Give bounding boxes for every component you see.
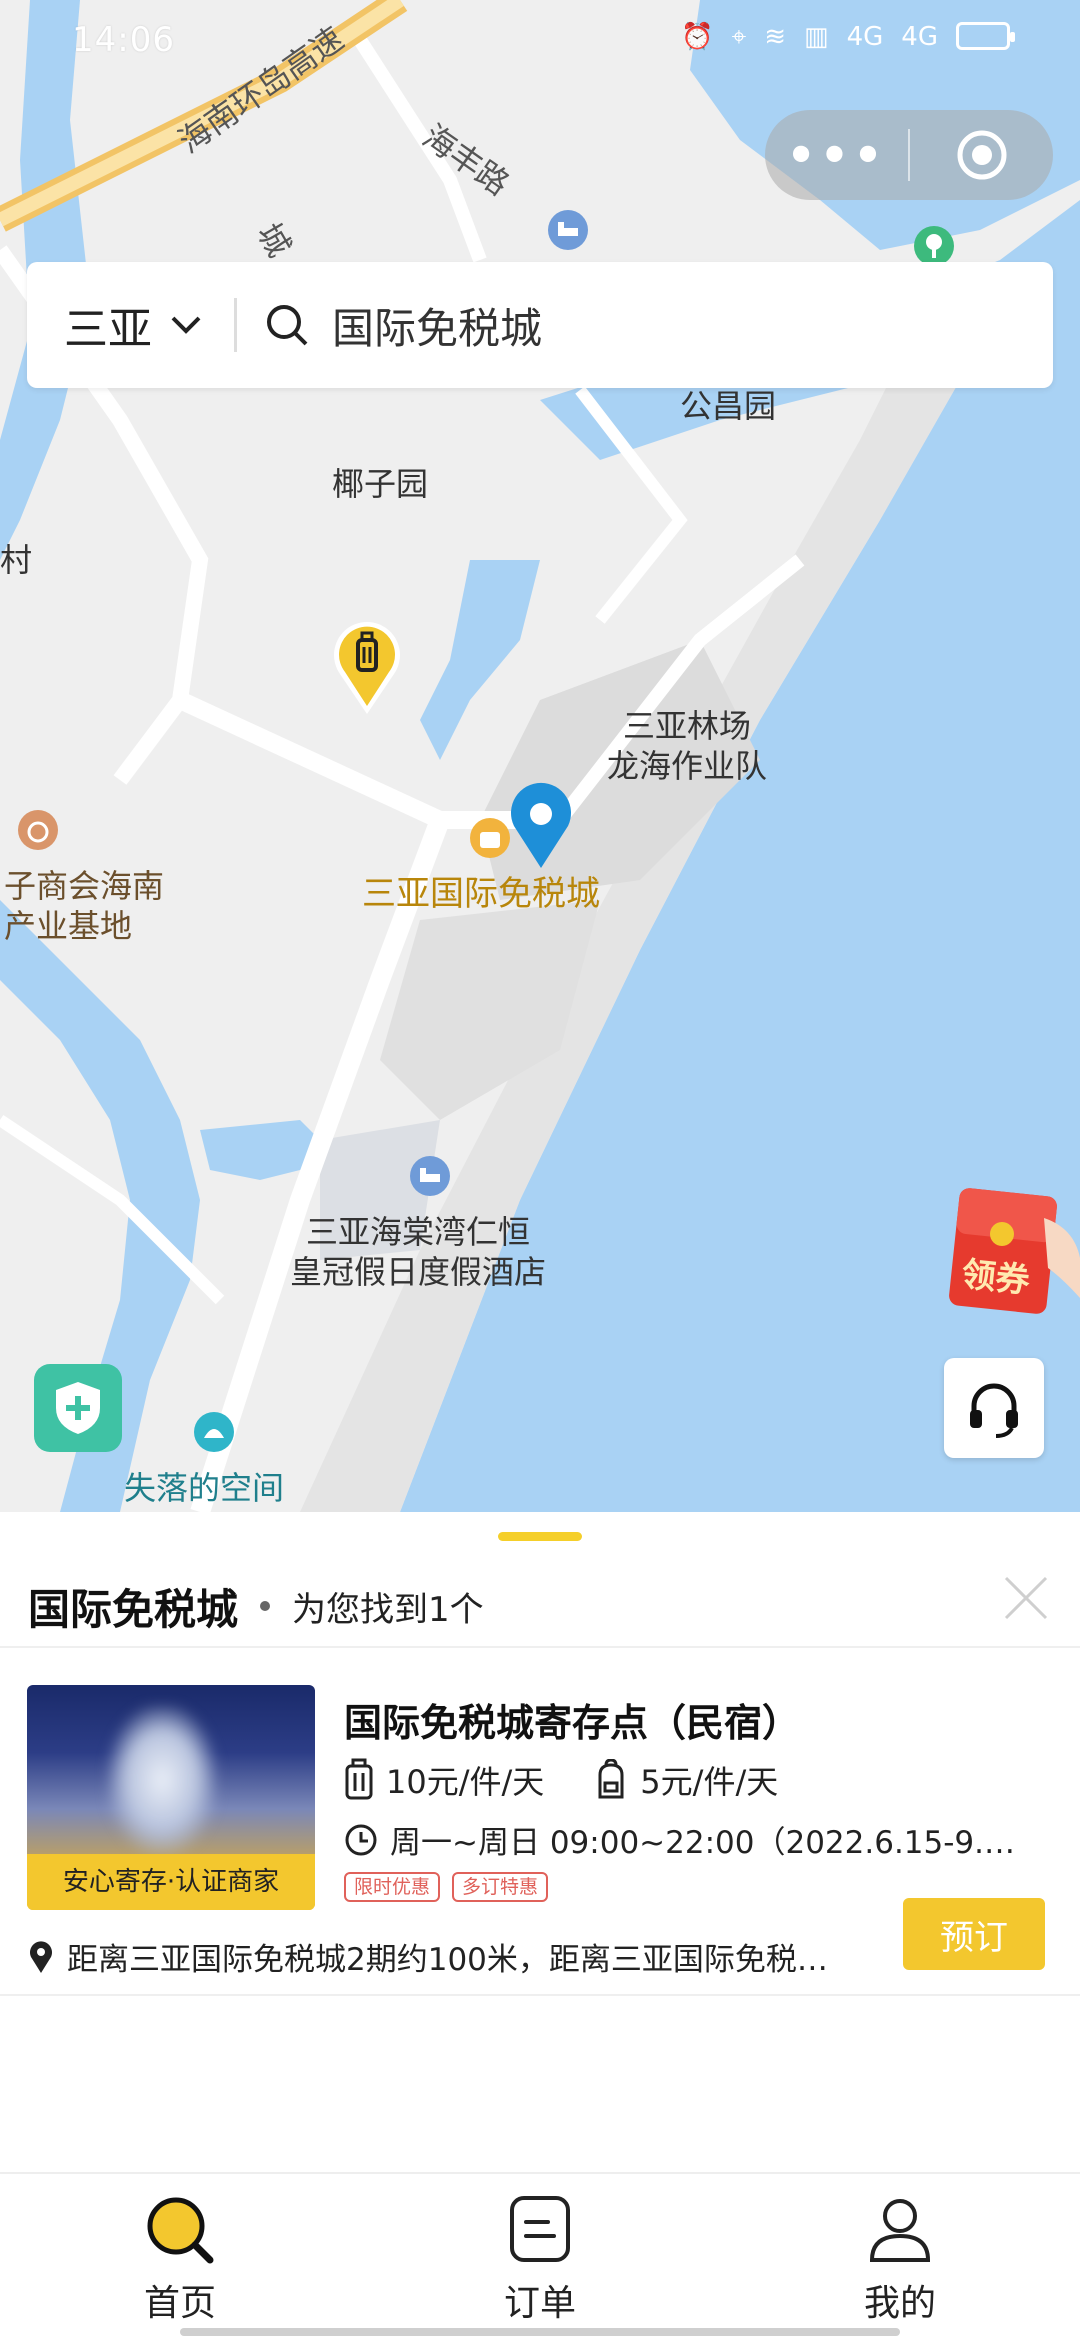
more-options-button[interactable]: ••• — [765, 128, 908, 182]
tab-orders-label: 订单 — [503, 2283, 576, 2324]
tab-home-label: 首页 — [143, 2283, 216, 2324]
map-view[interactable]: 海南环岛高速 海丰路 城 公昌园 椰子园 村 三亚林场 龙海作业队 子商会海南 … — [0, 0, 1080, 1512]
store-thumbnail[interactable]: 安心寄存·认证商家 — [27, 1685, 315, 1910]
city-label: 三亚 — [64, 304, 152, 355]
results-sheet: 国际免税城 为您找到1个 安心寄存·认证商家 国际免税城寄存点（民宿） 10元/… — [0, 1512, 1080, 2172]
status-bar: 14:06 ⏰ ⌖ ≋ ▥ 4G 4G — [0, 0, 1080, 84]
distance-info: 距离三亚国际免税城2期约100米，距离三亚国际免税… — [27, 1934, 877, 1979]
tab-bar: 首页 订单 我的 — [0, 2172, 1080, 2342]
card-divider — [0, 1994, 1080, 1996]
verified-merchant-tag: 安心寄存·认证商家 — [27, 1854, 315, 1910]
headset-icon — [970, 1383, 1018, 1438]
scenic-poi-icon[interactable] — [192, 1410, 236, 1454]
map-label-dutyfree[interactable]: 三亚国际免税城 — [362, 874, 600, 914]
search-divider — [234, 298, 237, 352]
book-button[interactable]: 预订 — [903, 1898, 1045, 1970]
order-icon — [510, 2196, 570, 2262]
search-icon — [267, 305, 308, 346]
luggage-price-text: 10元/件/天 — [386, 1763, 545, 1801]
location-pin-icon — [30, 1940, 52, 1973]
map-label-hotel-line1: 三亚海棠湾仁恒 — [306, 1213, 531, 1251]
map-label-hotel[interactable]: 三亚海棠湾仁恒 皇冠假日度假酒店 — [290, 1212, 546, 1292]
map-label-forestry-line2: 龙海作业队 — [607, 747, 768, 785]
distance-text: 距离三亚国际免税城2期约100米，距离三亚国际免税… — [67, 1942, 828, 1978]
opening-hours-text: 周一~周日 09:00~22:00（2022.6.15-9.13不… — [390, 1825, 1034, 1861]
city-selector[interactable]: 三亚 — [27, 293, 234, 357]
mini-program-capsule: ••• — [765, 110, 1053, 200]
signal-4g-icon: 4G — [846, 22, 884, 52]
promo-badge: 多订特惠 — [452, 1872, 549, 1902]
exit-mini-program-button[interactable] — [910, 127, 1053, 183]
thumbnail-image — [107, 1705, 217, 1855]
map-label-lost-space[interactable]: 失落的空间 — [124, 1468, 284, 1508]
coupon-button[interactable]: 领券 — [944, 1188, 1080, 1318]
map-label-hotel-line2: 皇冠假日度假酒店 — [290, 1253, 547, 1291]
wifi-icon: ≋ — [764, 22, 787, 52]
customer-service-button[interactable] — [944, 1358, 1044, 1458]
hotel-poi-icon-2[interactable] — [408, 1154, 452, 1198]
hd-icon: ▥ — [804, 22, 829, 52]
suitcase-icon — [345, 1758, 373, 1800]
battery-icon — [956, 22, 1015, 50]
storage-location-marker[interactable] — [330, 618, 404, 718]
hotel-poi-icon[interactable] — [546, 208, 590, 252]
map-label-forestry-line1: 三亚林场 — [623, 707, 752, 745]
results-header: 国际免税城 为您找到1个 — [28, 1562, 1058, 1650]
signal-4g-icon-2: 4G — [901, 22, 938, 52]
institution-poi-icon[interactable] — [16, 808, 60, 852]
location-icon: ⌖ — [731, 22, 747, 52]
home-indicator — [180, 2328, 900, 2336]
bag-price-text: 5元/件/天 — [640, 1763, 779, 1801]
store-title[interactable]: 国际免税城寄存点（民宿） — [344, 1692, 800, 1747]
chevron-down-icon — [171, 316, 201, 334]
status-icons: ⏰ ⌖ ≋ ▥ 4G 4G — [681, 22, 1015, 53]
destination-pin-icon[interactable] — [508, 780, 574, 870]
tab-profile[interactable]: 我的 — [800, 2194, 1000, 2326]
close-icon[interactable] — [1002, 1574, 1050, 1622]
tab-home[interactable]: 首页 — [80, 2194, 280, 2326]
clock-icon — [345, 1824, 377, 1855]
status-time: 14:06 — [72, 20, 175, 60]
promo-badge: 限时优惠 — [344, 1872, 441, 1902]
home-search-icon — [147, 2197, 214, 2264]
results-keyword: 国际免税城 — [28, 1584, 239, 1634]
safety-shield-button[interactable] — [34, 1364, 122, 1452]
price-row: 10元/件/天 5元/件/天 — [344, 1757, 828, 1803]
separator-dot — [260, 1601, 271, 1611]
map-label-forestry: 三亚林场 龙海作业队 — [607, 706, 767, 786]
map-label-cun: 村 — [0, 541, 33, 579]
profile-icon — [869, 2199, 931, 2262]
map-label-chamber-line1: 子商会海南 — [4, 867, 165, 905]
map-label-chamber: 子商会海南 产业基地 — [4, 866, 164, 946]
map-label-yezi: 椰子园 — [332, 465, 429, 503]
bag-price: 5元/件/天 — [594, 1757, 778, 1803]
map-label-gongchang: 公昌园 — [680, 387, 777, 425]
luggage-price: 10元/件/天 — [344, 1757, 544, 1803]
map-label-chamber-line2: 产业基地 — [4, 907, 133, 945]
results-count: 为您找到1个 — [292, 1589, 484, 1630]
tab-orders[interactable]: 订单 — [440, 2194, 640, 2326]
opening-hours: 周一~周日 09:00~22:00（2022.6.15-9.13不… — [344, 1817, 1034, 1862]
promo-badges: 限时优惠 多订特惠 — [344, 1872, 549, 1902]
search-bar: 三亚 国际免税城 — [27, 262, 1053, 388]
target-icon — [957, 130, 1006, 180]
tab-profile-label: 我的 — [863, 2283, 936, 2324]
sheet-drag-handle[interactable] — [498, 1532, 582, 1541]
backpack-icon — [598, 1759, 624, 1799]
header-divider — [0, 1646, 1080, 1648]
search-input[interactable]: 国际免税城 — [332, 295, 542, 356]
alarm-icon: ⏰ — [681, 22, 714, 52]
shopping-poi-icon[interactable] — [468, 816, 512, 860]
coupon-label: 领券 — [959, 1254, 1032, 1302]
shield-plus-icon — [56, 1382, 100, 1434]
